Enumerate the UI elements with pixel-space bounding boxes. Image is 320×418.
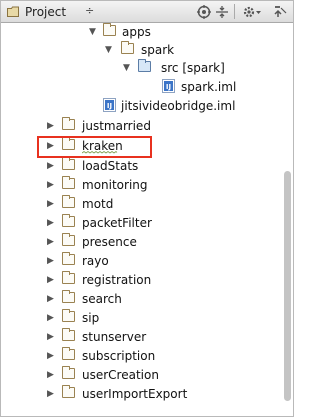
folder-icon [62, 271, 75, 284]
collapse-arrow-icon[interactable]: ▶ [47, 292, 54, 306]
tree-item-jitsivideobridge-iml[interactable]: IJ jitsivideobridge.iml [1, 97, 281, 115]
tree-item-label: rayo [82, 254, 109, 268]
tree-item-label: subscription [82, 349, 156, 363]
tree-item-label: justmarried [82, 119, 151, 133]
collapse-arrow-icon[interactable]: ▶ [47, 273, 54, 287]
expand-arrow-icon[interactable]: ▼ [123, 61, 130, 75]
folder-icon [62, 366, 75, 379]
collapse-icon[interactable] [215, 5, 229, 19]
tree-item-src[interactable]: ▼ src [spark] [1, 59, 281, 77]
tree-item-loadstats[interactable]: ▶ loadStats [1, 157, 281, 175]
folder-icon [62, 328, 75, 341]
tree-item-packetfilter[interactable]: ▶ packetFilter [1, 214, 281, 232]
tree-item-label: presence [82, 235, 137, 249]
expand-arrow-icon[interactable]: ▼ [105, 43, 112, 57]
tree-item-search[interactable]: ▶ search [1, 290, 281, 308]
highlight-box [37, 136, 152, 158]
tree-item-apps[interactable]: ▼ apps [1, 23, 281, 41]
tree-item-label: apps [122, 25, 151, 39]
tree-item-label: userImportExport [82, 387, 188, 401]
collapse-arrow-icon[interactable]: ▶ [47, 254, 54, 268]
collapse-arrow-icon[interactable]: ▶ [47, 216, 54, 230]
tree-item-spark[interactable]: ▼ spark [1, 41, 281, 59]
folder-icon [103, 23, 116, 36]
project-tree: ▼ apps ▼ spark ▼ src [spark] IJ spark.im… [1, 23, 281, 418]
tree-item-label: motd [82, 197, 114, 211]
collapse-arrow-icon[interactable]: ▶ [47, 330, 54, 344]
tree-item-registration[interactable]: ▶ registration [1, 271, 281, 289]
module-file-icon: IJ [103, 98, 116, 112]
tree-item-justmarried[interactable]: ▶ justmarried [1, 117, 281, 135]
tree-item-label: spark [141, 43, 175, 57]
collapse-arrow-icon[interactable]: ▶ [47, 119, 54, 133]
folder-icon [62, 385, 75, 398]
collapse-arrow-icon[interactable]: ▶ [47, 178, 54, 192]
gear-icon[interactable] [242, 5, 262, 19]
tree-item-label: sip [82, 311, 100, 325]
folder-icon [62, 252, 75, 265]
folder-icon [62, 347, 75, 360]
collapse-arrow-icon[interactable]: ▶ [47, 349, 54, 363]
module-file-icon: IJ [162, 79, 175, 93]
tree-item-monitoring[interactable]: ▶ monitoring [1, 176, 281, 194]
folder-icon [7, 6, 19, 17]
folder-icon [62, 195, 75, 208]
project-tool-window: Project ÷ ▼ apps ▼ spark ▼ src [spark] I… [0, 0, 294, 417]
folder-icon [121, 41, 134, 54]
collapse-arrow-icon[interactable]: ▶ [47, 311, 54, 325]
collapse-arrow-icon[interactable]: ▶ [47, 235, 54, 249]
spellcheck-underline [82, 151, 118, 154]
tree-item-label: src [spark] [161, 61, 225, 75]
folder-icon [62, 214, 75, 227]
tree-item-motd[interactable]: ▶ motd [1, 195, 281, 213]
tree-item-label: loadStats [82, 159, 139, 173]
header-divider [234, 4, 235, 19]
tree-item-usercreation[interactable]: ▶ userCreation [1, 366, 281, 384]
tree-item-label: registration [82, 273, 152, 287]
hide-icon[interactable] [273, 5, 287, 19]
tree-item-sip[interactable]: ▶ sip [1, 309, 281, 327]
collapse-arrow-icon[interactable]: ▶ [47, 368, 54, 382]
tree-item-label: packetFilter [82, 216, 152, 230]
folder-icon [62, 157, 75, 170]
collapse-arrow-icon[interactable]: ▶ [47, 387, 54, 401]
tree-item-label: spark.iml [181, 80, 237, 94]
collapse-arrow-icon[interactable]: ▶ [47, 197, 54, 211]
tree-item-stunserver[interactable]: ▶ stunserver [1, 328, 281, 346]
project-title[interactable]: Project [25, 5, 66, 19]
tree-item-spark-iml[interactable]: IJ spark.iml [1, 78, 281, 96]
folder-icon [62, 290, 75, 303]
project-header: Project ÷ [1, 1, 293, 23]
svg-text:IJ: IJ [107, 102, 112, 110]
folder-icon [62, 233, 75, 246]
tree-item-label: monitoring [82, 178, 148, 192]
target-icon[interactable] [197, 5, 211, 19]
svg-text:IJ: IJ [166, 83, 171, 91]
view-dropdown-icon[interactable]: ÷ [85, 4, 94, 17]
tree-item-label: search [82, 292, 122, 306]
expand-arrow-icon[interactable]: ▼ [89, 25, 96, 39]
tree-item-rayo[interactable]: ▶ rayo [1, 252, 281, 270]
tree-item-label: userCreation [82, 368, 159, 382]
tree-item-subscription[interactable]: ▶ subscription [1, 347, 281, 365]
folder-icon [62, 117, 75, 130]
vertical-scrollbar[interactable] [284, 171, 291, 401]
folder-icon [62, 309, 75, 322]
tree-item-label: stunserver [82, 330, 147, 344]
source-folder-icon [138, 59, 151, 72]
tree-item-userimportexport[interactable]: ▶ userImportExport [1, 385, 281, 403]
tree-item-presence[interactable]: ▶ presence [1, 233, 281, 251]
collapse-arrow-icon[interactable]: ▶ [47, 159, 54, 173]
folder-icon [62, 176, 75, 189]
tree-item-label: jitsivideobridge.iml [121, 99, 236, 113]
